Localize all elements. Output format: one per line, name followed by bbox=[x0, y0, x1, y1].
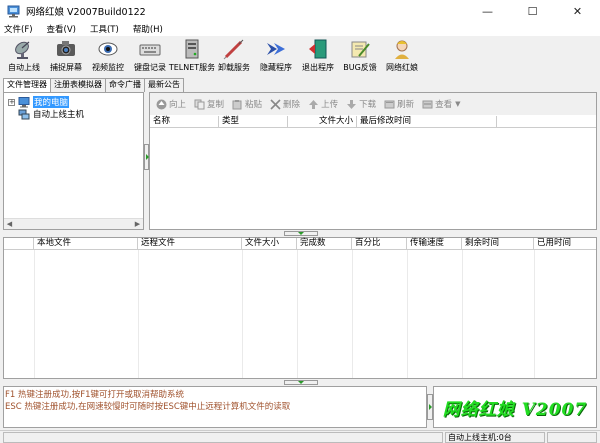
menu-view[interactable]: 查看(V) bbox=[47, 23, 76, 35]
tab-command-broadcast[interactable]: 命令广播 bbox=[105, 78, 145, 92]
refresh-icon bbox=[384, 100, 395, 108]
download-icon bbox=[347, 99, 357, 109]
tree-item-my-computer[interactable]: + 我的电脑 bbox=[8, 96, 70, 108]
menu-help[interactable]: 帮助(H) bbox=[133, 23, 163, 35]
status-cell-extra bbox=[547, 432, 597, 443]
camera-icon bbox=[57, 41, 75, 56]
expand-icon[interactable]: + bbox=[8, 98, 15, 106]
tab-announcement[interactable]: 最新公告 bbox=[144, 78, 184, 92]
log-output: F1 热键注册成功,按F1键可打开或取消帮助系统 ESC 热键注册成功,在网速较… bbox=[3, 386, 427, 428]
telnet-service-button[interactable]: TELNET服务 bbox=[169, 36, 215, 76]
menu-tools[interactable]: 工具(T) bbox=[90, 23, 119, 35]
title-bar: 网络红娘 V2007Build0122 — ☐ ✕ bbox=[0, 0, 600, 22]
status-cell-main bbox=[3, 432, 443, 443]
app-icon bbox=[7, 5, 20, 17]
host-tree[interactable]: + 我的电脑 自动上线主机 ◀ ▶ bbox=[3, 92, 144, 230]
main-toolbar: 自动上线 捕捉屏幕 视频监控 键盘记录 TELNET服务 卸载服务 隐藏程序 退… bbox=[0, 36, 600, 76]
menu-file[interactable]: 文件(F) bbox=[4, 23, 33, 35]
chevron-down-icon: ▼ bbox=[455, 100, 461, 108]
log-line: ESC 热键注册成功,在网速较慢时可随时按ESC键中止远程计算机文件的读取 bbox=[5, 402, 291, 412]
column-percent[interactable]: 百分比 bbox=[352, 238, 407, 250]
column-completed[interactable]: 完成数 bbox=[297, 238, 352, 250]
upload-icon bbox=[309, 99, 319, 109]
capture-screen-button[interactable]: 捕捉屏幕 bbox=[45, 36, 87, 76]
copy-button[interactable]: 复制 bbox=[194, 98, 224, 110]
tree-item-auto-online[interactable]: 自动上线主机 bbox=[18, 108, 84, 120]
delete-button[interactable]: 删除 bbox=[270, 98, 300, 110]
auto-online-button[interactable]: 自动上线 bbox=[3, 36, 45, 76]
matchmaker-button[interactable]: 网络红娘 bbox=[381, 36, 423, 76]
menu-bar: 文件(F) 查看(V) 工具(T) 帮助(H) bbox=[0, 22, 600, 36]
hide-program-button[interactable]: 隐藏程序 bbox=[255, 36, 297, 76]
refresh-button[interactable]: 刷新 bbox=[384, 98, 414, 110]
horizontal-splitter-bottom[interactable] bbox=[3, 379, 597, 386]
column-speed[interactable]: 传输速度 bbox=[407, 238, 462, 250]
transfer-grid bbox=[4, 250, 596, 378]
uninstall-service-button[interactable]: 卸载服务 bbox=[213, 36, 255, 76]
transfer-list[interactable]: 本地文件 远程文件 文件大小 完成数 百分比 传输速度 剩余时间 已用时间 bbox=[3, 237, 597, 379]
maximize-button[interactable]: ☐ bbox=[510, 0, 555, 22]
network-host-icon bbox=[18, 109, 30, 119]
tab-strip: 文件管理器 注册表模拟器 命令广播 最新公告 bbox=[3, 78, 184, 93]
window-title: 网络红娘 V2007Build0122 bbox=[26, 7, 146, 18]
exit-program-button[interactable]: 退出程序 bbox=[297, 36, 339, 76]
matchmaker-icon bbox=[395, 40, 409, 59]
log-line: F1 热键注册成功,按F1键可打开或取消帮助系统 bbox=[5, 390, 184, 400]
transfer-list-header: 本地文件 远程文件 文件大小 完成数 百分比 传输速度 剩余时间 已用时间 bbox=[4, 238, 596, 250]
tab-file-manager[interactable]: 文件管理器 bbox=[3, 78, 51, 93]
horizontal-splitter-top[interactable] bbox=[3, 230, 597, 237]
tree-label-auto-online: 自动上线主机 bbox=[33, 110, 85, 120]
column-elapsed[interactable]: 已用时间 bbox=[534, 238, 596, 250]
scroll-right-icon[interactable]: ▶ bbox=[132, 219, 143, 229]
brand-panel: 网络红娘 V2007 bbox=[433, 386, 597, 428]
tree-horizontal-scrollbar[interactable]: ◀ ▶ bbox=[4, 218, 143, 229]
copy-icon bbox=[194, 99, 205, 109]
scroll-left-icon[interactable]: ◀ bbox=[4, 219, 15, 229]
column-type[interactable]: 类型 bbox=[219, 116, 288, 128]
minimize-button[interactable]: — bbox=[465, 0, 510, 22]
close-button[interactable]: ✕ bbox=[555, 0, 600, 22]
upload-button[interactable]: 上传 bbox=[308, 98, 338, 110]
server-icon bbox=[185, 39, 199, 59]
exit-door-icon bbox=[309, 39, 327, 59]
keyboard-icon bbox=[139, 44, 161, 56]
brand-logo: 网络红娘 V2007 bbox=[442, 399, 588, 420]
column-name[interactable]: 名称 bbox=[150, 116, 219, 128]
status-online-hosts: 自动上线主机:0台 bbox=[445, 432, 545, 443]
up-icon bbox=[156, 99, 167, 109]
column-remote-file[interactable]: 远程文件 bbox=[138, 238, 242, 250]
paste-button[interactable]: 粘贴 bbox=[232, 98, 262, 110]
collapse-handle[interactable] bbox=[284, 231, 318, 236]
column-modified[interactable]: 最后修改时间 bbox=[357, 116, 497, 128]
column-local-file[interactable]: 本地文件 bbox=[34, 238, 138, 250]
syringe-icon bbox=[223, 39, 244, 60]
view-dropdown[interactable]: 查看 ▼ bbox=[422, 98, 461, 110]
computer-icon bbox=[18, 96, 30, 107]
eye-icon bbox=[98, 42, 118, 56]
file-toolbar: 向上 复制 粘贴 删除 上传 下载 刷新 查看 ▼ bbox=[150, 93, 596, 115]
up-button[interactable]: 向上 bbox=[156, 98, 186, 110]
feedback-icon bbox=[351, 41, 370, 58]
satellite-dish-icon bbox=[15, 41, 30, 59]
remote-file-panel: 向上 复制 粘贴 删除 上传 下载 刷新 查看 ▼ 名称 类型 文件大小 最后修… bbox=[149, 92, 597, 230]
view-icon bbox=[422, 100, 433, 108]
arrow-icon bbox=[267, 43, 285, 55]
column-size[interactable]: 文件大小 bbox=[288, 116, 357, 128]
tree-label-my-computer: 我的电脑 bbox=[33, 96, 70, 108]
tab-registry[interactable]: 注册表模拟器 bbox=[50, 78, 106, 92]
file-list-header: 名称 类型 文件大小 最后修改时间 bbox=[150, 116, 596, 128]
paste-icon bbox=[232, 99, 242, 109]
bug-feedback-button[interactable]: BUG反馈 bbox=[339, 36, 381, 76]
video-monitor-button[interactable]: 视频监控 bbox=[87, 36, 129, 76]
delete-icon bbox=[270, 98, 281, 110]
column-blank[interactable] bbox=[4, 238, 34, 250]
status-bar: 自动上线主机:0台 bbox=[0, 430, 600, 443]
column-file-size[interactable]: 文件大小 bbox=[242, 238, 297, 250]
column-remaining[interactable]: 剩余时间 bbox=[462, 238, 534, 250]
keyboard-log-button[interactable]: 键盘记录 bbox=[129, 36, 171, 76]
collapse-handle[interactable] bbox=[284, 380, 318, 385]
download-button[interactable]: 下载 bbox=[346, 98, 376, 110]
